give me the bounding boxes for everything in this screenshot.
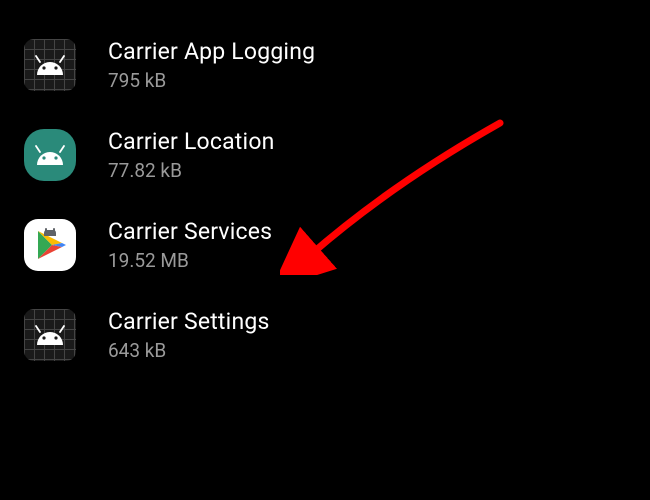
app-item-carrier-settings[interactable]: Carrier Settings 643 kB xyxy=(0,290,650,380)
app-size-label: 643 kB xyxy=(108,339,270,362)
app-name-label: Carrier Settings xyxy=(108,308,270,335)
app-size-label: 19.52 MB xyxy=(108,249,272,272)
app-name-label: Carrier Services xyxy=(108,218,272,245)
app-list: Carrier App Logging 795 kB Carrier Locat… xyxy=(0,0,650,400)
app-icon xyxy=(24,219,76,271)
app-info: Carrier Location 77.82 kB xyxy=(108,128,275,182)
app-size-label: 795 kB xyxy=(108,69,315,92)
app-item-carrier-services[interactable]: Carrier Services 19.52 MB xyxy=(0,200,650,290)
app-icon xyxy=(24,39,76,91)
app-info: Carrier Services 19.52 MB xyxy=(108,218,272,272)
app-name-label: Carrier Location xyxy=(108,128,275,155)
app-info: Carrier App Logging 795 kB xyxy=(108,38,315,92)
app-icon xyxy=(24,309,76,361)
android-grid-icon xyxy=(24,39,76,91)
app-item-carrier-location[interactable]: Carrier Location 77.82 kB xyxy=(0,110,650,200)
app-icon xyxy=(24,129,76,181)
app-size-label: 77.82 kB xyxy=(108,159,275,182)
android-teal-icon xyxy=(24,129,76,181)
android-grid-icon xyxy=(24,309,76,361)
app-name-label: Carrier App Logging xyxy=(108,38,315,65)
app-info: Carrier Settings 643 kB xyxy=(108,308,270,362)
play-services-icon xyxy=(24,219,76,271)
app-item-carrier-app-logging[interactable]: Carrier App Logging 795 kB xyxy=(0,20,650,110)
